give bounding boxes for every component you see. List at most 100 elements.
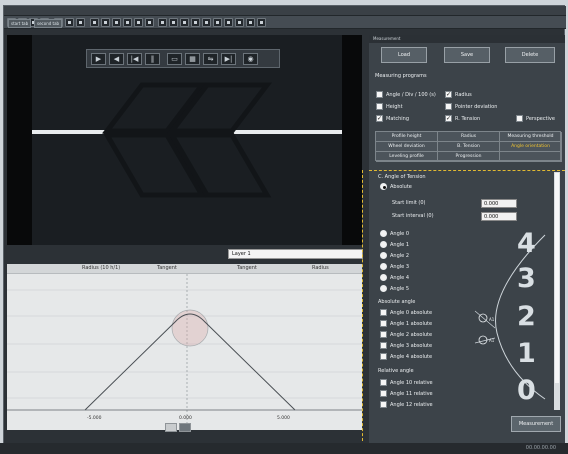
ruler-icon[interactable] bbox=[134, 18, 143, 27]
star-icon[interactable] bbox=[257, 18, 266, 27]
tab-second[interactable]: second tab bbox=[34, 19, 63, 28]
checkbox-pointer[interactable] bbox=[445, 103, 452, 110]
radio-angle-3[interactable] bbox=[380, 263, 387, 270]
frame-icon[interactable]: ▭ bbox=[167, 53, 182, 65]
save-button[interactable]: Save bbox=[444, 47, 490, 63]
scrollbar-thumb[interactable] bbox=[555, 173, 559, 383]
start-limit-input[interactable]: 0.000 bbox=[481, 199, 517, 208]
scale-label-2: 2 bbox=[517, 301, 536, 332]
graph-pager bbox=[165, 423, 199, 433]
checkbox-abs-2[interactable] bbox=[380, 331, 387, 338]
checkbox-abs-4[interactable] bbox=[380, 353, 387, 360]
field-label-1: Start limit (0) bbox=[392, 200, 426, 206]
star-icon[interactable] bbox=[224, 18, 233, 27]
checkbox-angle[interactable] bbox=[376, 91, 383, 98]
radio-absolute-label: Absolute bbox=[390, 184, 412, 190]
radio-angle-3-label: Angle 3 bbox=[390, 264, 409, 270]
checkbox-height-label: Height bbox=[386, 104, 403, 110]
checkbox-perspective[interactable] bbox=[516, 115, 523, 122]
play-icon[interactable]: ▶ bbox=[91, 53, 106, 65]
radio-angle-1[interactable] bbox=[380, 241, 387, 248]
start-interval-input[interactable]: 0.000 bbox=[481, 212, 517, 221]
camera-icon[interactable] bbox=[158, 18, 167, 27]
grid-cell[interactable]: Profile height bbox=[376, 132, 438, 142]
layer-field[interactable]: Layer 1 bbox=[228, 249, 363, 259]
checkbox-height[interactable] bbox=[376, 103, 383, 110]
field-label-2: Start interval (0) bbox=[392, 213, 434, 219]
delete-button[interactable]: Delete bbox=[505, 47, 555, 63]
load-button[interactable]: Load bbox=[381, 47, 427, 63]
star-icon[interactable] bbox=[235, 18, 244, 27]
checkbox-tension[interactable]: ✓ bbox=[445, 115, 452, 122]
scale-label-3: 3 bbox=[517, 263, 536, 294]
zoom-icon[interactable] bbox=[112, 18, 121, 27]
measurement-button[interactable]: Measurement bbox=[511, 416, 561, 432]
program-grid: Profile height Radius Measuring threshol… bbox=[375, 131, 562, 162]
radio-angle-0-label: Angle 0 bbox=[390, 231, 409, 237]
grid-cell-selected[interactable]: Angle orientation bbox=[500, 142, 562, 152]
tab-start[interactable]: start tab bbox=[8, 19, 32, 28]
page-prev-button[interactable] bbox=[165, 423, 177, 432]
filter-icon[interactable] bbox=[180, 18, 189, 27]
panel-scrollbar[interactable] bbox=[554, 172, 560, 410]
grid-cell[interactable]: Progression bbox=[438, 152, 500, 162]
scale-label-4: 4 bbox=[517, 228, 536, 259]
radio-absolute[interactable] bbox=[380, 183, 387, 190]
undo-icon[interactable] bbox=[90, 18, 99, 27]
star-icon[interactable] bbox=[191, 18, 200, 27]
scale-label-0: 0 bbox=[517, 375, 536, 406]
scale-label-1: 1 bbox=[517, 338, 536, 369]
rewind-icon[interactable]: ◀ bbox=[109, 53, 124, 65]
checkbox-radius[interactable]: ✓ bbox=[445, 91, 452, 98]
angles-section-title: C. Angle of Tension bbox=[378, 174, 426, 180]
checkbox-abs-0[interactable] bbox=[380, 309, 387, 316]
checkbox-rel-1-label: Angle 11 relative bbox=[390, 391, 433, 397]
radio-angle-1-label: Angle 1 bbox=[390, 242, 409, 248]
copy-icon[interactable] bbox=[65, 18, 74, 27]
radio-angle-2-label: Angle 2 bbox=[390, 253, 409, 259]
grid-cell[interactable]: Wheel deviation bbox=[376, 142, 438, 152]
light-icon[interactable] bbox=[169, 18, 178, 27]
grid-cell[interactable]: Leveling profile bbox=[376, 152, 438, 162]
grid-cell[interactable]: Radius bbox=[438, 132, 500, 142]
checkbox-rel-0[interactable] bbox=[380, 379, 387, 386]
step-forward-icon[interactable]: ▶| bbox=[221, 53, 236, 65]
paste-icon[interactable] bbox=[76, 18, 85, 27]
pause-icon[interactable]: ‖ bbox=[145, 53, 160, 65]
grid-cell[interactable] bbox=[500, 152, 562, 162]
checkbox-rel-2[interactable] bbox=[380, 401, 387, 408]
sensor-label-1: A1 bbox=[489, 317, 495, 322]
radio-angle-0[interactable] bbox=[380, 230, 387, 237]
radio-angle-2[interactable] bbox=[380, 252, 387, 259]
relative-angle-title: Relative angle bbox=[378, 368, 414, 374]
redo-icon[interactable] bbox=[101, 18, 110, 27]
checkbox-radius-label: Radius bbox=[455, 92, 472, 98]
panel-title: Measurement bbox=[369, 35, 565, 43]
checkbox-abs-1[interactable] bbox=[380, 320, 387, 327]
grid-cell[interactable]: Measuring threshold bbox=[500, 132, 562, 142]
checkbox-angle-label: Angle / Div / 100 (s) bbox=[386, 92, 436, 98]
snapshot-icon[interactable]: ◉ bbox=[243, 53, 258, 65]
radio-angle-4[interactable] bbox=[380, 274, 387, 281]
sensor-label-2: A1 bbox=[489, 338, 495, 343]
status-bar: 00.00.00.00 bbox=[0, 443, 568, 454]
grid-icon[interactable] bbox=[123, 18, 132, 27]
radio-angle-5[interactable] bbox=[380, 285, 387, 292]
star-icon[interactable] bbox=[213, 18, 222, 27]
star-icon[interactable] bbox=[202, 18, 211, 27]
checkbox-matching-label: Matching bbox=[386, 116, 409, 122]
measure-icon[interactable] bbox=[145, 18, 154, 27]
checkbox-abs-3[interactable] bbox=[380, 342, 387, 349]
page-next-button[interactable] bbox=[179, 423, 191, 432]
star-icon[interactable] bbox=[246, 18, 255, 27]
checkbox-matching[interactable]: ✓ bbox=[376, 115, 383, 122]
profile-graph[interactable]: Radius (10 h/1) Tangent Tangent Radius -… bbox=[7, 264, 362, 430]
step-back-icon[interactable]: |◀ bbox=[127, 53, 142, 65]
checkbox-abs-2-label: Angle 2 absolute bbox=[390, 332, 433, 338]
checkbox-tension-label: R. Tension bbox=[455, 116, 481, 122]
grid-cell[interactable]: B. Tension bbox=[438, 142, 500, 152]
grid-view-icon[interactable]: ▦ bbox=[185, 53, 200, 65]
checkbox-rel-1[interactable] bbox=[380, 390, 387, 397]
checkbox-abs-1-label: Angle 1 absolute bbox=[390, 321, 433, 327]
mirror-icon[interactable]: ⇋ bbox=[203, 53, 218, 65]
